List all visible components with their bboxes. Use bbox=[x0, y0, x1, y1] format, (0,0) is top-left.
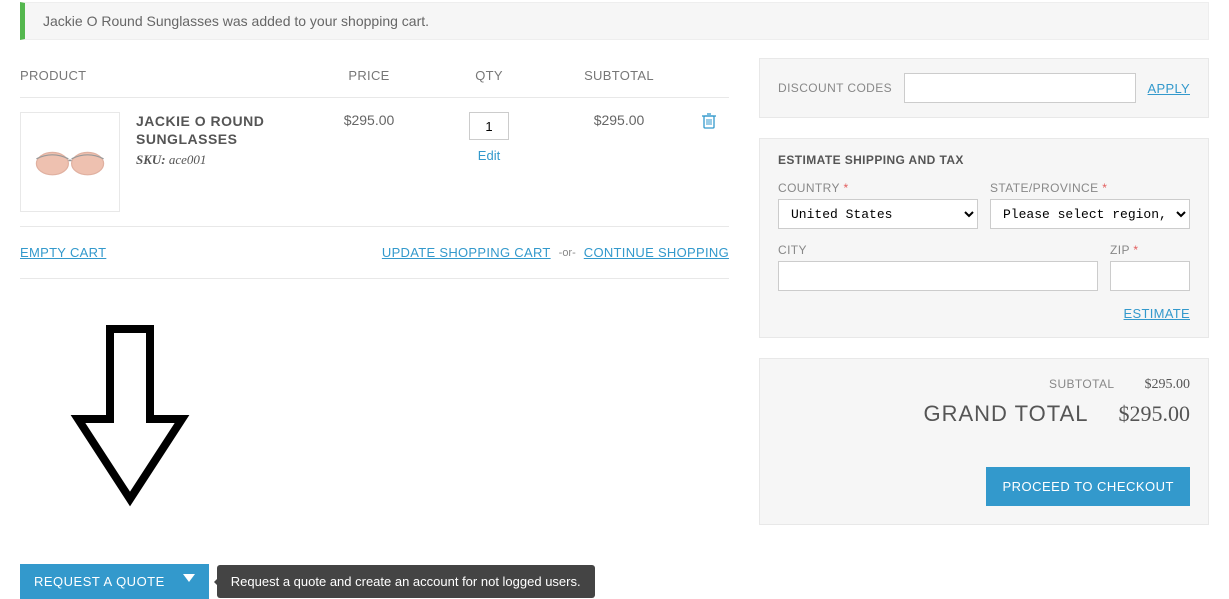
tooltip-text: Request a quote and create an account fo… bbox=[231, 574, 581, 589]
sunglasses-icon bbox=[30, 142, 110, 182]
header-product: PRODUCT bbox=[20, 68, 309, 83]
country-label: COUNTRY * bbox=[778, 181, 978, 195]
product-name[interactable]: JACKIE O ROUND SUNGLASSES bbox=[136, 112, 309, 148]
city-input[interactable] bbox=[778, 261, 1098, 291]
item-price: $295.00 bbox=[344, 112, 395, 128]
quantity-input[interactable] bbox=[469, 112, 509, 140]
zip-input[interactable] bbox=[1110, 261, 1190, 291]
or-separator: -or- bbox=[559, 247, 576, 259]
update-cart-link[interactable]: UPDATE SHOPPING CART bbox=[382, 245, 551, 260]
apply-discount-link[interactable]: APPLY bbox=[1148, 81, 1190, 96]
zip-label: ZIP * bbox=[1110, 243, 1190, 257]
cart-actions: EMPTY CART UPDATE SHOPPING CART -or- CON… bbox=[20, 227, 729, 279]
empty-cart-link[interactable]: EMPTY CART bbox=[20, 245, 106, 260]
cart-item-row: JACKIE O ROUND SUNGLASSES SKU: ace001 $2… bbox=[20, 98, 729, 227]
success-message: Jackie O Round Sunglasses was added to y… bbox=[43, 13, 429, 29]
discount-code-input[interactable] bbox=[904, 73, 1135, 103]
state-select[interactable]: Please select region, state or province bbox=[990, 199, 1190, 229]
state-label: STATE/PROVINCE * bbox=[990, 181, 1190, 195]
header-subtotal: SUBTOTAL bbox=[549, 68, 689, 83]
product-image[interactable] bbox=[20, 112, 120, 212]
continue-shopping-link[interactable]: CONTINUE SHOPPING bbox=[584, 245, 729, 260]
cart-table: PRODUCT PRICE QTY SUBTOTAL bbox=[20, 58, 729, 279]
discount-panel: DISCOUNT CODES APPLY bbox=[759, 58, 1209, 118]
header-price: PRICE bbox=[309, 68, 429, 83]
sku-value: ace001 bbox=[169, 152, 207, 167]
product-sku: SKU: ace001 bbox=[136, 152, 309, 168]
totals-panel: SUBTOTAL $295.00 GRAND TOTAL $295.00 PRO… bbox=[759, 358, 1209, 525]
edit-link[interactable]: Edit bbox=[429, 148, 549, 163]
shipping-estimate-panel: ESTIMATE SHIPPING AND TAX COUNTRY * Unit… bbox=[759, 138, 1209, 338]
quote-tooltip: Request a quote and create an account fo… bbox=[217, 565, 595, 598]
arrow-down-icon bbox=[70, 319, 190, 519]
grand-total-value: $295.00 bbox=[1119, 401, 1191, 427]
subtotal-label: SUBTOTAL bbox=[1049, 377, 1114, 391]
request-quote-button[interactable]: REQUEST A QUOTE bbox=[20, 564, 209, 599]
discount-label: DISCOUNT CODES bbox=[778, 81, 892, 95]
shipping-panel-title: ESTIMATE SHIPPING AND TAX bbox=[778, 153, 1190, 167]
city-label: CITY bbox=[778, 243, 1098, 257]
remove-item-button[interactable] bbox=[701, 117, 717, 134]
sku-label: SKU: bbox=[136, 152, 166, 167]
cart-header-row: PRODUCT PRICE QTY SUBTOTAL bbox=[20, 58, 729, 98]
proceed-checkout-button[interactable]: PROCEED TO CHECKOUT bbox=[986, 467, 1190, 506]
request-quote-label: REQUEST A QUOTE bbox=[34, 574, 165, 589]
estimate-link[interactable]: ESTIMATE bbox=[1124, 306, 1190, 321]
subtotal-value: $295.00 bbox=[1145, 377, 1191, 393]
country-select[interactable]: United States bbox=[778, 199, 978, 229]
header-qty: QTY bbox=[429, 68, 549, 83]
success-banner: Jackie O Round Sunglasses was added to y… bbox=[20, 2, 1209, 40]
item-subtotal: $295.00 bbox=[594, 112, 645, 128]
grand-total-label: GRAND TOTAL bbox=[923, 401, 1088, 427]
annotation-arrow bbox=[70, 319, 729, 524]
trash-icon bbox=[701, 112, 717, 130]
